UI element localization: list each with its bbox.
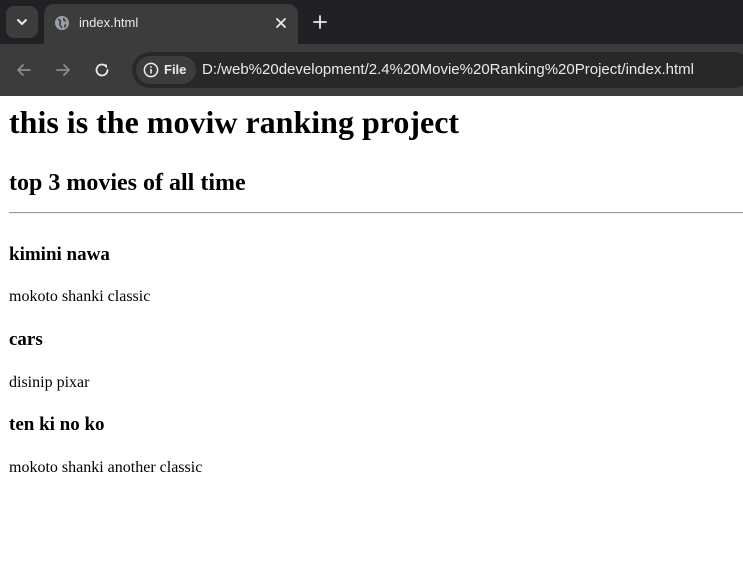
arrow-left-icon <box>17 64 31 76</box>
reload-button[interactable] <box>89 57 115 83</box>
site-info-chip[interactable]: File <box>136 56 196 84</box>
movie-title: cars <box>9 329 43 350</box>
movie-title: kimini nawa <box>9 244 110 265</box>
info-icon <box>143 62 159 78</box>
page-content: this is the moviw ranking project top 3 … <box>0 96 743 561</box>
chevron-down-icon <box>17 19 27 25</box>
address-bar[interactable]: File D:/web%20development/2.4%20Movie%20… <box>132 52 743 88</box>
page-subheading: top 3 movies of all time <box>9 170 246 196</box>
active-tab[interactable]: index.html <box>44 4 298 44</box>
close-icon <box>276 18 286 28</box>
globe-icon <box>55 16 69 30</box>
reload-icon <box>95 63 109 77</box>
site-chip-label: File <box>164 62 187 77</box>
arrow-right-icon <box>56 64 70 76</box>
tab-strip: index.html <box>0 0 743 44</box>
tab-close-button[interactable] <box>272 14 290 32</box>
movie-title: ten ki no ko <box>9 414 105 435</box>
page-heading: this is the moviw ranking project <box>9 104 460 140</box>
new-tab-button[interactable] <box>310 12 330 32</box>
movie-description: disinip pixar <box>9 374 90 391</box>
forward-button[interactable] <box>50 57 76 83</box>
tab-title: index.html <box>79 15 139 30</box>
movie-description: mokoto shanki classic <box>9 288 151 305</box>
movie-description: mokoto shanki another classic <box>9 459 203 476</box>
url-text[interactable]: D:/web%20development/2.4%20Movie%20Ranki… <box>202 61 694 78</box>
browser-toolbar: File D:/web%20development/2.4%20Movie%20… <box>0 44 743 96</box>
plus-icon <box>313 15 327 29</box>
back-button[interactable] <box>11 57 37 83</box>
tab-search-button[interactable] <box>6 6 38 38</box>
divider <box>9 212 743 214</box>
